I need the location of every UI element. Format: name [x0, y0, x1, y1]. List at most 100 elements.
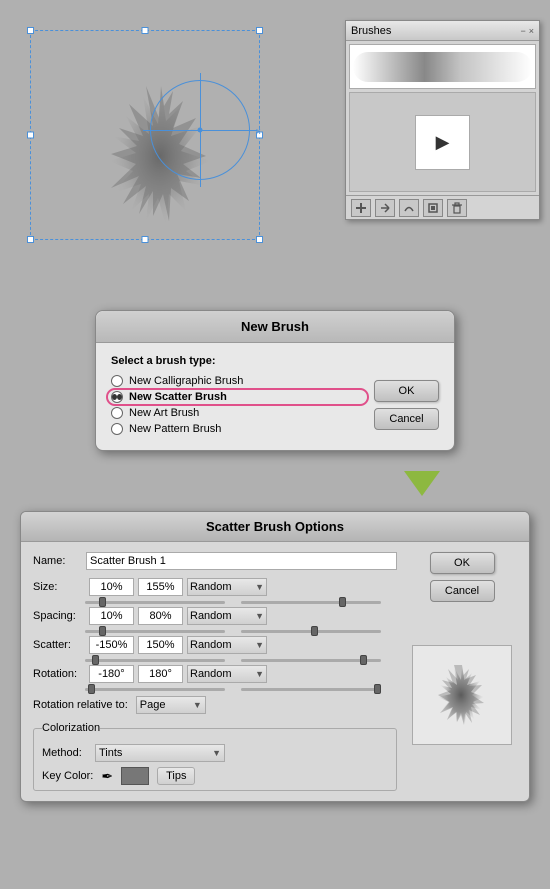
eyedropper-icon[interactable]: ✒	[101, 768, 113, 785]
rotation-slider-track2[interactable]	[241, 688, 381, 691]
new-brush-cancel-button[interactable]: Cancel	[374, 408, 439, 430]
handle-bl[interactable]	[27, 236, 34, 243]
handle-bm[interactable]	[142, 236, 149, 243]
brush-stroke-preview-area	[349, 44, 536, 89]
radio-pattern[interactable]: New Pattern Brush	[111, 423, 364, 435]
scatter-cancel-button[interactable]: Cancel	[430, 580, 495, 602]
keycolor-row: Key Color: ✒ Tips	[42, 767, 388, 785]
scatter-input1[interactable]	[89, 636, 134, 654]
select-brush-type-label: Select a brush type:	[111, 355, 364, 367]
scatter-slider-thumb2[interactable]	[360, 655, 367, 665]
size-dropdown[interactable]: Random ▼	[187, 578, 267, 596]
rotation-slider-track[interactable]	[85, 688, 225, 691]
spacing-dropdown-value: Random	[190, 610, 232, 622]
size-slider-track[interactable]	[85, 601, 225, 604]
method-dropdown[interactable]: Tints ▼	[95, 744, 225, 762]
spacing-slider-row	[33, 630, 397, 633]
handle-tl[interactable]	[27, 27, 34, 34]
radio-art[interactable]: New Art Brush	[111, 407, 364, 419]
radio-dot-scatter	[112, 394, 117, 400]
spacing-slider-thumb[interactable]	[99, 626, 106, 636]
handle-tr[interactable]	[256, 27, 263, 34]
spacing-dropdown-arrow: ▼	[255, 611, 264, 621]
key-color-swatch[interactable]	[121, 767, 149, 785]
name-label: Name:	[33, 555, 78, 567]
method-dropdown-arrow: ▼	[212, 748, 221, 758]
rotation-relative-value: Page	[140, 699, 166, 711]
scatter-input2[interactable]	[138, 636, 183, 654]
scatter-label: Scatter:	[33, 639, 85, 651]
new-brush-ok-button[interactable]: OK	[374, 380, 439, 402]
spacing-input1[interactable]	[89, 607, 134, 625]
colorization-group: Colorization Method: Tints ▼ Key Color: …	[33, 722, 397, 791]
new-brush-btn[interactable]	[351, 199, 371, 217]
scatter-ok-button[interactable]: OK	[430, 552, 495, 574]
rotation-input1[interactable]	[89, 665, 134, 683]
brush-type-radio-group: New Calligraphic Brush New Scatter Brush…	[111, 375, 364, 435]
panel-minimize-btn[interactable]: −	[520, 26, 525, 36]
size-input2[interactable]	[138, 578, 183, 596]
panel-close-btn[interactable]: ×	[529, 26, 534, 36]
scatter-brush-preview-svg	[422, 655, 502, 735]
radio-scatter[interactable]: New Scatter Brush	[111, 391, 364, 403]
name-input[interactable]	[86, 552, 397, 570]
size-label: Size:	[33, 581, 85, 593]
radio-circle-scatter	[111, 391, 123, 403]
scatter-slider-track2[interactable]	[241, 659, 381, 662]
size-slider-thumb2[interactable]	[339, 597, 346, 607]
scatter-dropdown-value: Random	[190, 639, 232, 651]
size-slider-thumb[interactable]	[99, 597, 106, 607]
cursor-icon: ▶	[436, 132, 450, 153]
scatter-right-buttons: OK Cancel	[430, 552, 495, 602]
brush-thumbnail-box[interactable]: ▶	[415, 115, 470, 170]
name-row: Name:	[33, 552, 397, 570]
method-value: Tints	[99, 747, 122, 759]
radio-label-scatter: New Scatter Brush	[129, 391, 227, 403]
size-slider-track2[interactable]	[241, 601, 381, 604]
spacing-row: Spacing: Random ▼	[33, 607, 397, 625]
radio-label-art: New Art Brush	[129, 407, 199, 419]
scatter-slider-track[interactable]	[85, 659, 225, 662]
spacing-label: Spacing:	[33, 610, 85, 622]
scatter-slider-thumb[interactable]	[92, 655, 99, 665]
size-row: Size: Random ▼	[33, 578, 397, 596]
canvas-area: x Brushes − × ▶	[0, 0, 550, 280]
method-label: Method:	[42, 747, 87, 759]
brush-options-btn[interactable]	[399, 199, 419, 217]
spacing-input2[interactable]	[138, 607, 183, 625]
spacing-slider-thumb2[interactable]	[311, 626, 318, 636]
center-dot	[198, 128, 203, 133]
spacing-slider-track2[interactable]	[241, 630, 381, 633]
scatter-left: Name: Size: Random ▼	[33, 552, 397, 791]
handle-br[interactable]	[256, 236, 263, 243]
rotation-label: Rotation:	[33, 668, 85, 680]
radio-calligraphic[interactable]: New Calligraphic Brush	[111, 375, 364, 387]
rotation-slider-thumb2[interactable]	[374, 684, 381, 694]
rotation-dropdown[interactable]: Random ▼	[187, 665, 267, 683]
rotation-slider-thumb[interactable]	[88, 684, 95, 694]
scatter-right: OK Cancel	[407, 552, 517, 791]
select-all-btn[interactable]	[375, 199, 395, 217]
tips-button[interactable]: Tips	[157, 767, 195, 785]
size-input1[interactable]	[89, 578, 134, 596]
radio-circle-art	[111, 407, 123, 419]
handle-tm[interactable]	[142, 27, 149, 34]
brushes-panel: Brushes − × ▶	[345, 20, 540, 220]
brush-stroke-preview	[353, 52, 532, 82]
brushes-titlebar: Brushes − ×	[346, 21, 539, 41]
delete-brush-btn[interactable]	[447, 199, 467, 217]
scatter-brush-dialog: Scatter Brush Options Name: Size: Random…	[20, 511, 530, 802]
rotation-relative-arrow: ▼	[193, 700, 202, 710]
radio-label-calligraphic: New Calligraphic Brush	[129, 375, 243, 387]
handle-ml[interactable]	[27, 132, 34, 139]
scatter-title: Scatter Brush Options	[21, 512, 529, 542]
rotation-relative-dropdown[interactable]: Page ▼	[136, 696, 206, 714]
spacing-slider-track[interactable]	[85, 630, 225, 633]
rotation-input2[interactable]	[138, 665, 183, 683]
new-brush-dialog: New Brush Select a brush type: New Calli…	[95, 310, 455, 451]
move-to-swatches-btn[interactable]	[423, 199, 443, 217]
scatter-dropdown[interactable]: Random ▼	[187, 636, 267, 654]
spacing-dropdown[interactable]: Random ▼	[187, 607, 267, 625]
circle-selection: x	[150, 80, 250, 180]
brushes-toolbar	[346, 195, 539, 219]
